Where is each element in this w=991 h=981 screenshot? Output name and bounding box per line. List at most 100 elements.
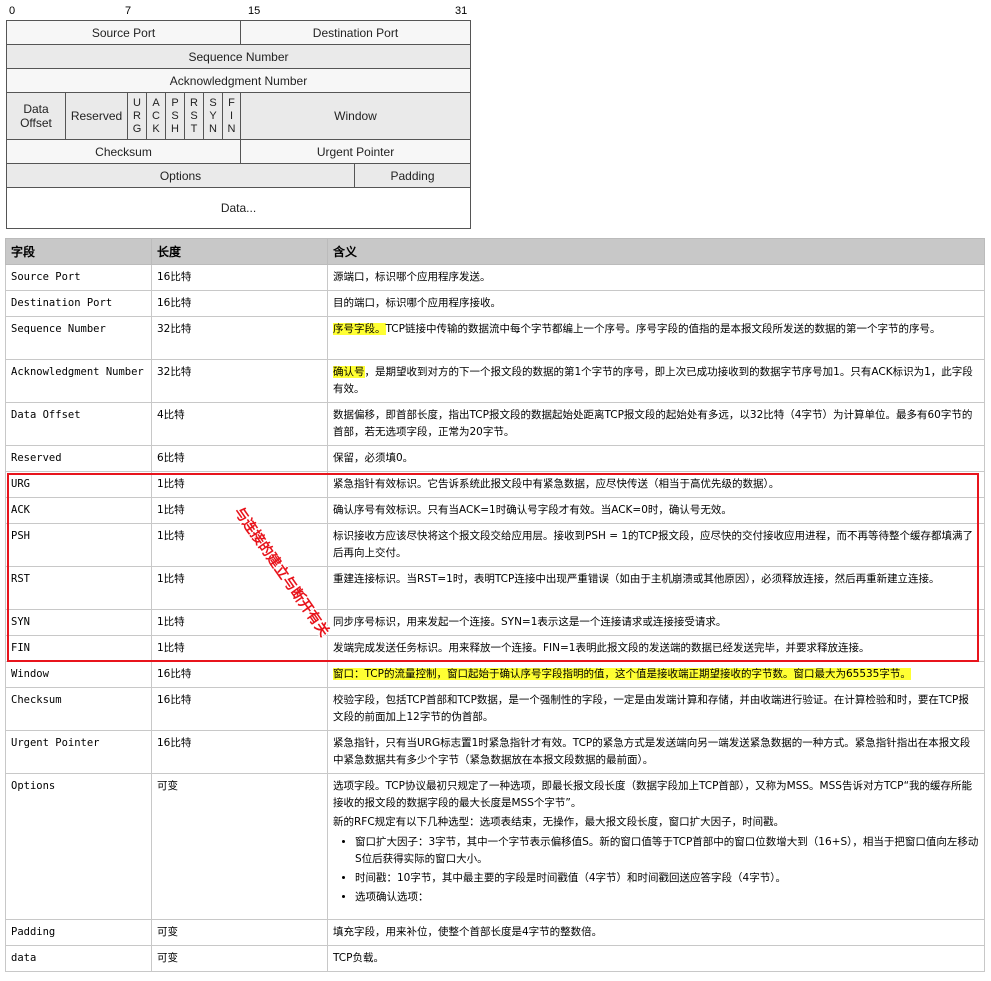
- flag-psh-cell: P S H: [166, 93, 185, 140]
- table-row: Padding 可变 填充字段，用来补位，使整个首部长度是4字节的整数倍。: [5, 919, 985, 946]
- highlight-term: 窗口：TCP的流量控制，窗口起始于确认序号字段指明的值，这个值是接收端正期望接收…: [333, 668, 911, 680]
- meaning-text: TCP链接中传输的数据流中每个字节都编上一个序号。序号字段的值指的是本报文段所发…: [385, 323, 941, 335]
- meaning-cell: 填充字段，用来补位，使整个首部长度是4字节的整数倍。: [327, 919, 985, 946]
- padding-cell: Padding: [355, 164, 471, 188]
- length-cell: 1比特: [151, 635, 328, 662]
- field-cell: FIN: [5, 635, 152, 662]
- field-cell: SYN: [5, 609, 152, 636]
- meaning-text: ，是期望收到对方的下一个报文段的数据的第1个字节的序号，即上次已成功接收到的数据…: [333, 366, 973, 395]
- field-cell: PSH: [5, 523, 152, 567]
- flag-urg-cell: U R G: [128, 93, 147, 140]
- table-row: PSH 1比特 标识接收方应该尽快将这个报文段交给应用层。接收到PSH = 1的…: [5, 523, 985, 567]
- field-cell: Padding: [5, 919, 152, 946]
- meaning-cell: 目的端口，标识哪个应用程序接收。: [327, 290, 985, 317]
- table-row: Checksum 16比特 校验字段，包括TCP首部和TCP数据，是一个强制性的…: [5, 687, 985, 731]
- urgent-pointer-cell: Urgent Pointer: [241, 140, 471, 164]
- field-cell: Acknowledgment Number: [5, 359, 152, 403]
- field-cell: Checksum: [5, 687, 152, 731]
- data-cell: Data...: [7, 188, 471, 229]
- reserved-cell: Reserved: [66, 93, 128, 140]
- meaning-cell: TCP负载。: [327, 945, 985, 972]
- table-row: Urgent Pointer 16比特 紧急指针，只有当URG标志置1时紧急指针…: [5, 730, 985, 774]
- list-item: 选项确认选项：: [355, 889, 979, 906]
- length-cell: 1比特: [151, 471, 328, 498]
- checksum-cell: Checksum: [7, 140, 241, 164]
- meaning-cell: 发端完成发送任务标识。用来释放一个连接。FIN=1表明此报文段的发送端的数据已经…: [327, 635, 985, 662]
- meaning-cell: 选项字段。TCP协议最初只规定了一种选项，即最长报文段长度（数据字段加上TCP首…: [327, 773, 985, 920]
- table-row: Sequence Number 32比特 序号字段。TCP链接中传输的数据流中每…: [5, 316, 985, 360]
- header-field: 字段: [5, 238, 152, 265]
- meaning-cell: 序号字段。TCP链接中传输的数据流中每个字节都编上一个序号。序号字段的值指的是本…: [327, 316, 985, 360]
- field-cell: Urgent Pointer: [5, 730, 152, 774]
- sequence-number-cell: Sequence Number: [7, 45, 471, 69]
- field-cell: data: [5, 945, 152, 972]
- tcp-header-diagram: 0 7 15 31 Source Port Destination Port S…: [0, 0, 480, 232]
- table-row: Options 可变 选项字段。TCP协议最初只规定了一种选项，即最长报文段长度…: [5, 773, 985, 920]
- meaning-cell: 标识接收方应该尽快将这个报文段交给应用层。接收到PSH = 1的TCP报文段，应…: [327, 523, 985, 567]
- table-row: Source Port 16比特 源端口，标识哪个应用程序发送。: [5, 264, 985, 291]
- field-cell: Sequence Number: [5, 316, 152, 360]
- field-cell: Data Offset: [5, 402, 152, 446]
- field-cell: URG: [5, 471, 152, 498]
- table-row: URG 1比特 紧急指针有效标识。它告诉系统此报文段中有紧急数据，应尽快传送（相…: [5, 471, 985, 498]
- flag-ack-cell: A C K: [147, 93, 166, 140]
- meaning-cell: 重建连接标识。当RST=1时，表明TCP连接中出现严重错误（如由于主机崩溃或其他…: [327, 566, 985, 610]
- table-header-row: 字段 长度 含义: [5, 238, 985, 265]
- table-row: Destination Port 16比特 目的端口，标识哪个应用程序接收。: [5, 290, 985, 317]
- length-cell: 16比特: [151, 264, 328, 291]
- list-item: 窗口扩大因子：3字节，其中一个字节表示偏移值S。新的窗口值等于TCP首部中的窗口…: [355, 834, 979, 868]
- length-cell: 32比特: [151, 316, 328, 360]
- length-cell: 16比特: [151, 290, 328, 317]
- bit-label-15: 15: [248, 5, 261, 17]
- field-cell: Window: [5, 661, 152, 688]
- list-item: 时间戳：10字节，其中最主要的字段是时间戳值（4字节）和时间戳回送应答字段（4字…: [355, 870, 979, 887]
- length-cell: 可变: [151, 945, 328, 972]
- field-cell: Options: [5, 773, 152, 920]
- length-cell: 1比特: [151, 523, 328, 567]
- header-meaning: 含义: [327, 238, 985, 265]
- window-cell: Window: [241, 93, 471, 140]
- meaning-cell: 紧急指针有效标识。它告诉系统此报文段中有紧急数据，应尽快传送（相当于高优先级的数…: [327, 471, 985, 498]
- field-cell: Destination Port: [5, 290, 152, 317]
- length-cell: 16比特: [151, 661, 328, 688]
- field-cell: Source Port: [5, 264, 152, 291]
- bit-label-31: 31: [455, 5, 468, 17]
- table-row: data 可变 TCP负载。: [5, 945, 985, 972]
- options-cell: Options: [7, 164, 355, 188]
- table-row: Window 16比特 窗口：TCP的流量控制，窗口起始于确认序号字段指明的值，…: [5, 661, 985, 688]
- meaning-cell: 源端口，标识哪个应用程序发送。: [327, 264, 985, 291]
- tcp-fields-table: 字段 长度 含义 Source Port 16比特 源端口，标识哪个应用程序发送…: [5, 238, 985, 972]
- meaning-cell: 紧急指针，只有当URG标志置1时紧急指针才有效。TCP的紧急方式是发送端向另一端…: [327, 730, 985, 774]
- length-cell: 可变: [151, 919, 328, 946]
- table-row: SYN 1比特 同步序号标识，用来发起一个连接。SYN=1表示这是一个连接请求或…: [5, 609, 985, 636]
- length-cell: 可变: [151, 773, 328, 920]
- field-cell: Reserved: [5, 445, 152, 472]
- field-cell: ACK: [5, 497, 152, 524]
- table-row: Acknowledgment Number 32比特 确认号，是期望收到对方的下…: [5, 359, 985, 403]
- meaning-cell: 确认号，是期望收到对方的下一个报文段的数据的第1个字节的序号，即上次已成功接收到…: [327, 359, 985, 403]
- meaning-cell: 确认序号有效标识。只有当ACK=1时确认号字段才有效。当ACK=0时，确认号无效…: [327, 497, 985, 524]
- table-row: FIN 1比特 发端完成发送任务标识。用来释放一个连接。FIN=1表明此报文段的…: [5, 635, 985, 662]
- table-row: Data Offset 4比特 数据偏移，即首部长度，指出TCP报文段的数据起始…: [5, 402, 985, 446]
- source-port-cell: Source Port: [7, 21, 241, 45]
- field-cell: RST: [5, 566, 152, 610]
- flag-rst-cell: R S T: [185, 93, 204, 140]
- meaning-cell: 校验字段，包括TCP首部和TCP数据，是一个强制性的字段，一定是由发端计算和存储…: [327, 687, 985, 731]
- meaning-cell: 同步序号标识，用来发起一个连接。SYN=1表示这是一个连接请求或连接接受请求。: [327, 609, 985, 636]
- destination-port-cell: Destination Port: [241, 21, 471, 45]
- meaning-cell: 数据偏移，即首部长度，指出TCP报文段的数据起始处距离TCP报文段的起始处有多远…: [327, 402, 985, 446]
- length-cell: 16比特: [151, 730, 328, 774]
- meaning-cell: 保留，必须填0。: [327, 445, 985, 472]
- bit-label-0: 0: [9, 5, 16, 17]
- data-offset-cell: Data Offset: [7, 93, 66, 140]
- length-cell: 32比特: [151, 359, 328, 403]
- options-description: 选项字段。TCP协议最初只规定了一种选项，即最长报文段长度（数据字段加上TCP首…: [333, 780, 973, 809]
- table-row: ACK 1比特 确认序号有效标识。只有当ACK=1时确认号字段才有效。当ACK=…: [5, 497, 985, 524]
- flag-fin-cell: F I N: [223, 93, 241, 140]
- length-cell: 16比特: [151, 687, 328, 731]
- acknowledgment-number-cell: Acknowledgment Number: [7, 69, 471, 93]
- options-bullet-list: 窗口扩大因子：3字节，其中一个字节表示偏移值S。新的窗口值等于TCP首部中的窗口…: [333, 834, 979, 906]
- highlight-term: 确认号: [333, 366, 365, 378]
- length-cell: 6比特: [151, 445, 328, 472]
- highlight-term: 序号字段。: [333, 323, 386, 335]
